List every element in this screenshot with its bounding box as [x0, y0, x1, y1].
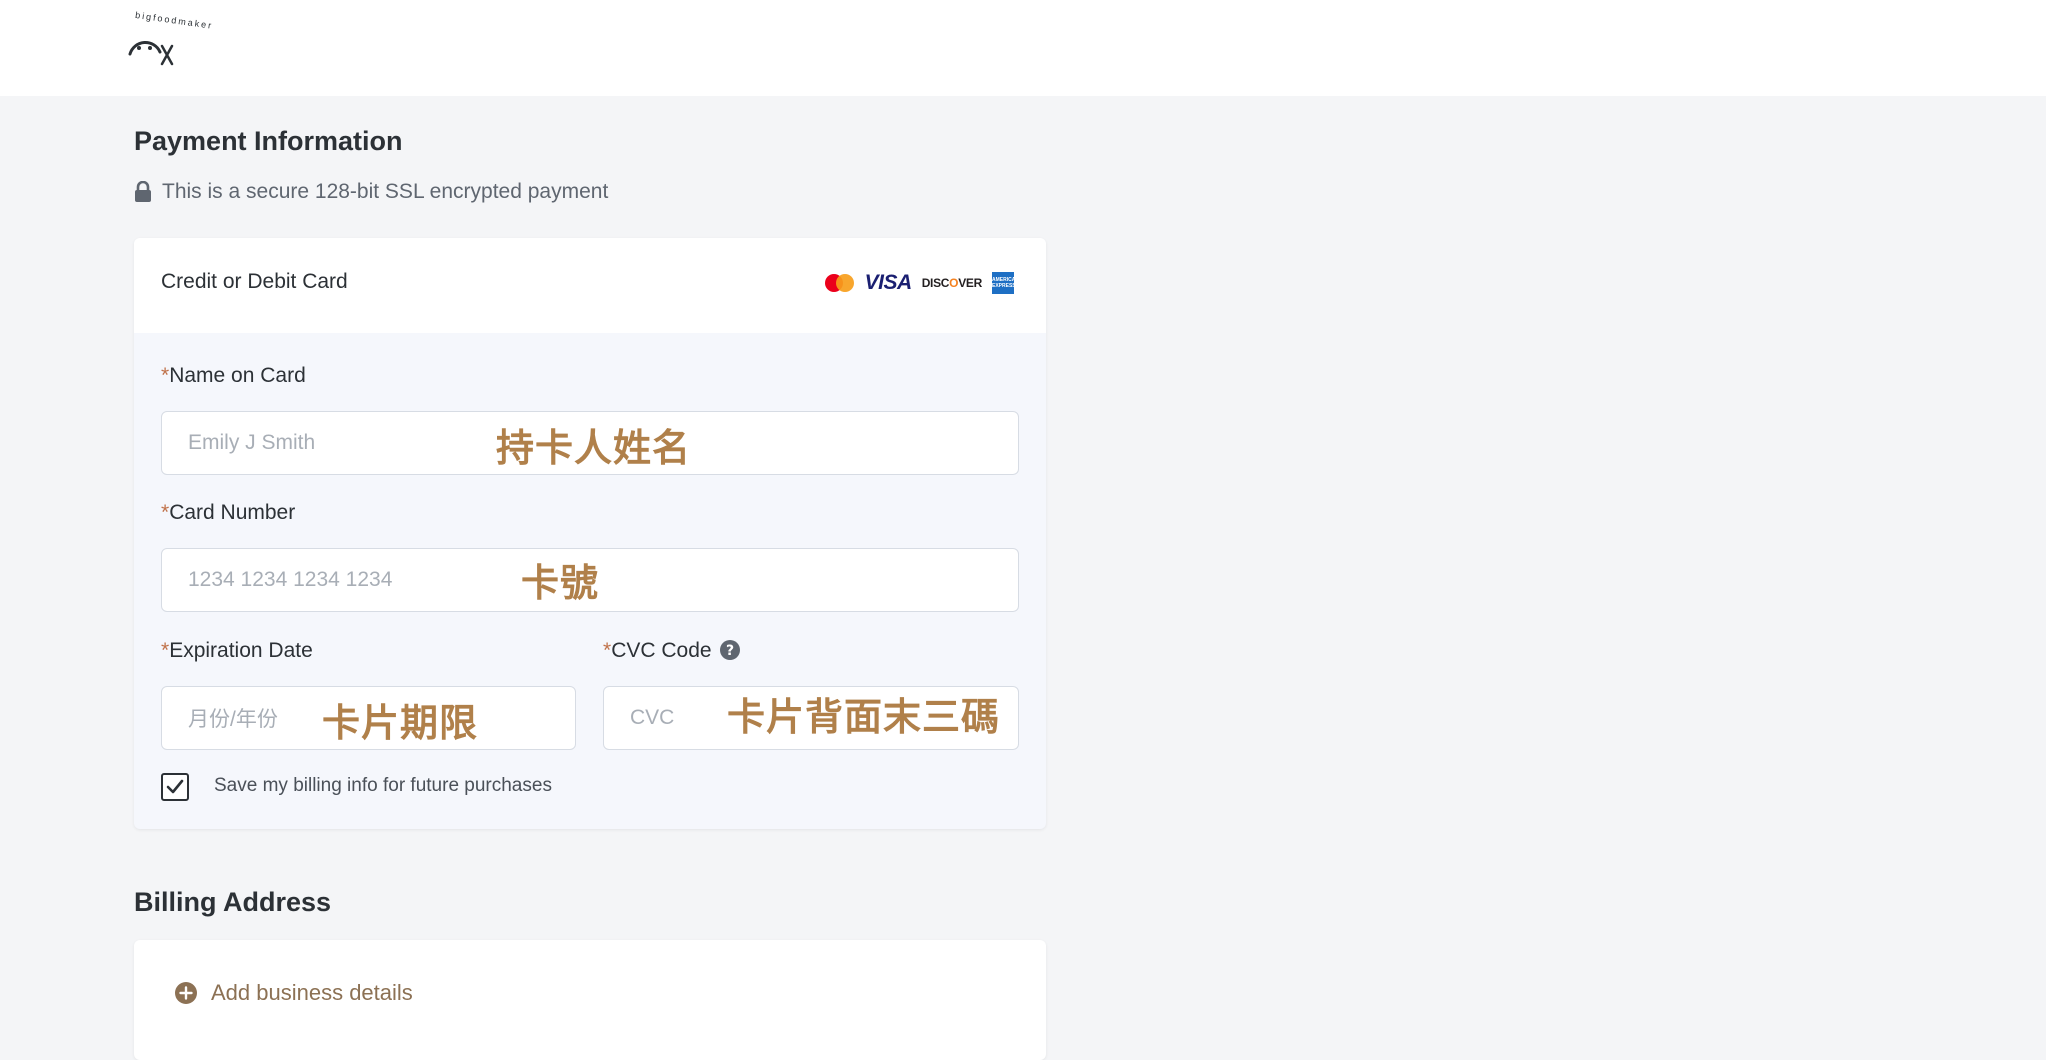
add-business-details-label: Add business details	[211, 980, 413, 1005]
expiration-date-placeholder: 月份/年份	[188, 708, 278, 731]
lock-icon	[135, 181, 151, 202]
card-brands: VISA DISCOVER AMERICAN EXPRESS	[824, 271, 1019, 295]
card-number-placeholder: 1234 1234 1234 1234	[188, 568, 393, 591]
plus-circle-icon	[175, 982, 197, 1004]
svg-text:?: ?	[726, 643, 734, 659]
mastercard-icon	[824, 273, 855, 293]
card-number-label: *Card Number	[161, 501, 296, 524]
payment-title: Payment Information	[134, 126, 403, 156]
expiration-date-annotation: 卡片期限	[322, 701, 479, 745]
name-on-card-label: *Name on Card	[161, 364, 306, 387]
secure-note-text: This is a secure 128-bit SSL encrypted p…	[162, 180, 609, 203]
top-bar: bigfoodmaker	[0, 0, 2046, 96]
billing-address-panel: Add business details	[134, 940, 1046, 1060]
secure-note: This is a secure 128-bit SSL encrypted p…	[134, 179, 608, 205]
card-number-annotation: 卡號	[521, 561, 600, 605]
card-panel-header: Credit or Debit Card VISA DISCOVER AMERI…	[134, 238, 1046, 333]
save-billing-label[interactable]: Save my billing info for future purchase…	[214, 775, 552, 797]
save-billing-checkbox[interactable]	[161, 773, 189, 801]
cvc-code-placeholder: CVC	[630, 706, 675, 729]
checkmark-icon	[166, 779, 184, 794]
name-on-card-annotation: 持卡人姓名	[496, 426, 692, 470]
card-payment-panel: Credit or Debit Card VISA DISCOVER AMERI…	[134, 238, 1046, 829]
discover-icon: DISCOVER	[921, 276, 983, 290]
card-type-label: Credit or Debit Card	[161, 270, 348, 293]
billing-address-title: Billing Address	[134, 887, 332, 917]
add-business-details-button[interactable]: Add business details	[175, 980, 413, 1006]
amex-icon: AMERICAN EXPRESS	[992, 272, 1019, 294]
question-circle-icon[interactable]: ?	[719, 640, 740, 660]
cvc-code-annotation: 卡片背面末三碼	[727, 695, 1001, 739]
name-on-card-placeholder: Emily J Smith	[188, 431, 316, 454]
visa-icon: VISA	[864, 271, 913, 294]
expiration-date-label: *Expiration Date	[161, 639, 313, 662]
cvc-code-label: *CVC Code?	[603, 639, 740, 663]
